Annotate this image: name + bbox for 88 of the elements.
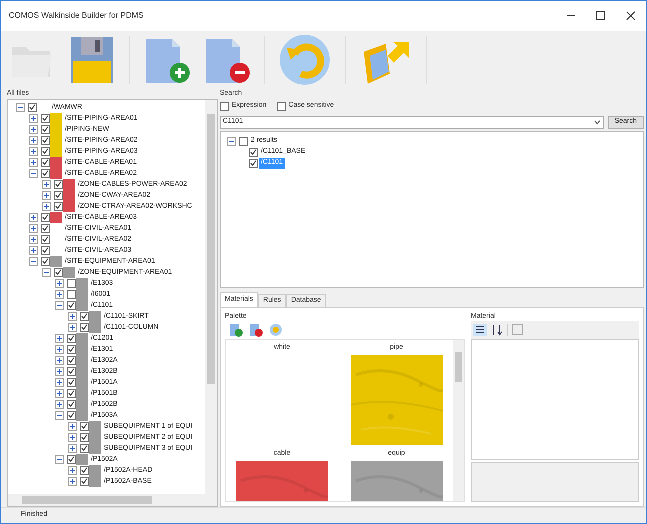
expand-icon[interactable]: [68, 323, 77, 332]
close-icon[interactable]: [626, 11, 636, 21]
checkbox[interactable]: [67, 367, 76, 376]
expand-icon[interactable]: [29, 213, 38, 222]
checkbox[interactable]: [67, 411, 76, 420]
vertical-scrollbar[interactable]: [453, 340, 464, 501]
expand-icon[interactable]: [42, 191, 51, 200]
collapse-icon[interactable]: [16, 103, 25, 112]
checkbox[interactable]: [276, 102, 286, 110]
expand-icon[interactable]: [29, 125, 38, 134]
add-material-icon[interactable]: [229, 323, 243, 337]
checkbox[interactable]: [67, 290, 76, 299]
collapse-icon[interactable]: [227, 137, 236, 146]
expand-icon[interactable]: [55, 290, 64, 299]
checkbox[interactable]: [41, 246, 50, 255]
expand-icon[interactable]: [55, 279, 64, 288]
sort-icon[interactable]: [491, 324, 503, 336]
save-icon[interactable]: [69, 35, 115, 85]
collapse-icon[interactable]: [55, 455, 64, 464]
expand-icon[interactable]: [55, 345, 64, 354]
expand-icon[interactable]: [29, 114, 38, 123]
checkbox[interactable]: [67, 378, 76, 387]
collapse-icon[interactable]: [55, 301, 64, 310]
expand-icon[interactable]: [55, 378, 64, 387]
expand-icon[interactable]: [68, 477, 77, 486]
expand-icon[interactable]: [68, 444, 77, 453]
collapse-icon[interactable]: [42, 268, 51, 277]
checkbox[interactable]: [67, 279, 76, 288]
checkbox[interactable]: [80, 433, 89, 442]
checkbox[interactable]: [67, 389, 76, 398]
expand-icon[interactable]: [55, 400, 64, 409]
checkbox[interactable]: [41, 257, 50, 266]
checkbox[interactable]: [249, 148, 258, 157]
collapse-icon[interactable]: [29, 257, 38, 266]
checkbox[interactable]: [54, 180, 63, 189]
checkbox[interactable]: [41, 169, 50, 178]
checkbox[interactable]: [28, 103, 37, 112]
horizontal-scrollbar[interactable]: [8, 494, 217, 506]
expand-icon[interactable]: [68, 466, 77, 475]
expand-icon[interactable]: [29, 246, 38, 255]
checkbox[interactable]: [67, 334, 76, 343]
maximize-icon[interactable]: [596, 11, 606, 21]
checkbox[interactable]: [54, 202, 63, 211]
checkbox[interactable]: [220, 102, 229, 110]
collapse-icon[interactable]: [29, 169, 38, 178]
checkbox[interactable]: [80, 444, 89, 453]
remove-material-icon[interactable]: [249, 323, 263, 337]
checkbox[interactable]: [41, 147, 50, 156]
checkbox[interactable]: [41, 235, 50, 244]
categorized-icon[interactable]: [473, 324, 487, 336]
checkbox[interactable]: [80, 477, 89, 486]
checkbox[interactable]: [67, 400, 76, 409]
checkbox[interactable]: [67, 345, 76, 354]
checkbox[interactable]: [41, 125, 50, 134]
checkbox[interactable]: [41, 213, 50, 222]
expand-icon[interactable]: [42, 202, 51, 211]
dropdown-caret-icon[interactable]: [594, 120, 601, 125]
checkbox[interactable]: [80, 422, 89, 431]
expand-icon[interactable]: [55, 334, 64, 343]
checkbox[interactable]: [41, 224, 50, 233]
collapse-icon[interactable]: [55, 411, 64, 420]
expand-icon[interactable]: [29, 235, 38, 244]
checkbox[interactable]: [67, 356, 76, 365]
checkbox[interactable]: [54, 268, 63, 277]
checkbox[interactable]: [67, 301, 76, 310]
expand-icon[interactable]: [55, 389, 64, 398]
checkbox[interactable]: [80, 466, 89, 475]
checkbox[interactable]: [41, 158, 50, 167]
expand-icon[interactable]: [55, 356, 64, 365]
expand-icon[interactable]: [68, 433, 77, 442]
expand-icon[interactable]: [29, 224, 38, 233]
checkbox[interactable]: [41, 136, 50, 145]
expand-icon[interactable]: [55, 367, 64, 376]
expand-icon[interactable]: [68, 422, 77, 431]
vertical-scrollbar[interactable]: [205, 100, 217, 494]
expand-icon[interactable]: [29, 136, 38, 145]
expand-icon[interactable]: [29, 158, 38, 167]
expand-icon[interactable]: [29, 147, 38, 156]
checkbox[interactable]: [249, 159, 258, 168]
expand-icon[interactable]: [68, 312, 77, 321]
window-title: COMOS Walkinside Builder for PDMS: [9, 10, 144, 22]
checkbox[interactable]: [54, 191, 63, 200]
checkbox[interactable]: [41, 114, 50, 123]
checkbox[interactable]: [239, 137, 248, 146]
checkbox[interactable]: [80, 312, 89, 321]
checkbox[interactable]: [67, 455, 76, 464]
checkbox[interactable]: [80, 323, 89, 332]
expand-icon[interactable]: [42, 180, 51, 189]
